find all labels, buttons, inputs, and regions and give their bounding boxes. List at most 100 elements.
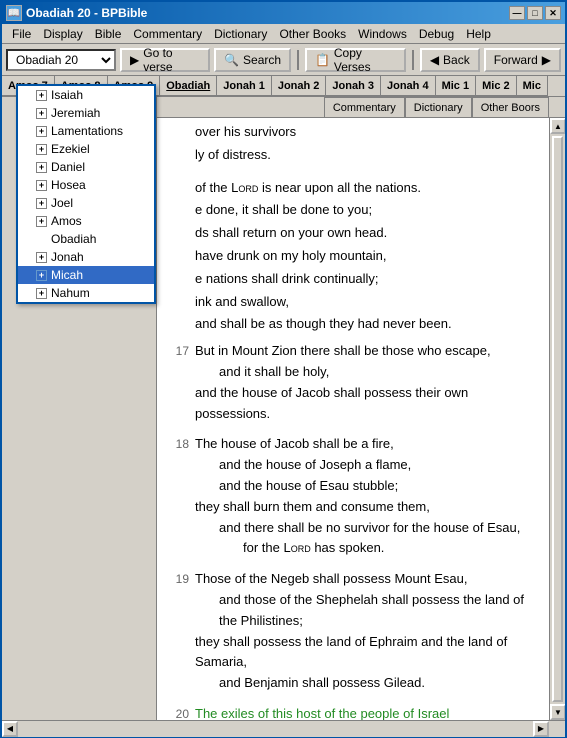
verse-row: of the Lord is near upon all the nations…	[165, 178, 541, 199]
tab-mic1[interactable]: Mic 1	[436, 76, 477, 96]
h-scroll-track	[18, 721, 533, 737]
expand-icon[interactable]: +	[36, 180, 47, 191]
sidebar-item-micah[interactable]: + Micah	[18, 266, 154, 284]
expand-icon[interactable]: +	[36, 126, 47, 137]
verse-num	[165, 314, 195, 335]
spacer	[165, 561, 541, 569]
book-select-container: Obadiah 20	[6, 49, 116, 71]
tab-mic2[interactable]: Mic 2	[476, 76, 517, 96]
scroll-right-button[interactable]: ▶	[533, 721, 549, 737]
close-button[interactable]: ✕	[545, 6, 561, 20]
sidebar-item-daniel[interactable]: + Daniel	[18, 158, 154, 176]
sidebar-item-jeremiah[interactable]: + Jeremiah	[18, 104, 154, 122]
expand-icon[interactable]: +	[36, 252, 47, 263]
book-label: Micah	[51, 268, 83, 282]
toolbar-separator-1	[297, 50, 299, 70]
sidebar-item-ezekiel[interactable]: + Ezekiel	[18, 140, 154, 158]
menu-display[interactable]: Display	[37, 25, 88, 43]
book-label: Lamentations	[51, 124, 123, 138]
scroll-left-button[interactable]: ◀	[2, 721, 18, 737]
book-label: Obadiah	[51, 232, 96, 246]
verse-row: ds shall return on your own head.	[165, 223, 541, 244]
verse-text: e done, it shall be done to you;	[195, 200, 541, 221]
book-label: Joel	[51, 196, 73, 210]
scrollbar: ▲ ▼	[549, 118, 565, 720]
book-select[interactable]: Obadiah 20	[6, 49, 116, 71]
status-bar: ◀ ▶	[2, 720, 565, 736]
tab-mic[interactable]: Mic	[517, 76, 548, 96]
search-button[interactable]: 🔍 Search	[214, 48, 291, 72]
verse-num	[165, 200, 195, 221]
tab-jonah2[interactable]: Jonah 2	[272, 76, 327, 96]
sidebar-item-lamentations[interactable]: + Lamentations	[18, 122, 154, 140]
menu-other-books[interactable]: Other Books	[273, 25, 352, 43]
tab-jonah4[interactable]: Jonah 4	[381, 76, 436, 96]
verse-row: ly of distress.	[165, 145, 541, 166]
bible-content[interactable]: over his survivors ly of distress. of th…	[157, 118, 549, 720]
menu-debug[interactable]: Debug	[413, 25, 460, 43]
verse-num	[165, 269, 195, 290]
verse-num	[165, 246, 195, 267]
verse-num	[165, 178, 195, 199]
sidebar-item-jonah[interactable]: + Jonah	[18, 248, 154, 266]
verse-text: But in Mount Zion there shall be those w…	[195, 341, 541, 424]
sidebar-item-amos[interactable]: + Amos	[18, 212, 154, 230]
minimize-button[interactable]: —	[509, 6, 525, 20]
scroll-down-button[interactable]: ▼	[550, 704, 565, 720]
expand-icon[interactable]: +	[36, 97, 47, 101]
toolbar: Obadiah 20 ▶ Go to verse 🔍 Search 📋 Copy…	[2, 44, 565, 76]
book-label: Ezekiel	[51, 142, 90, 156]
side-tabs: Commentary Dictionary Other Boors	[157, 97, 565, 118]
sidebar-item-hosea[interactable]: + Hosea	[18, 176, 154, 194]
title-bar-left: 📖 Obadiah 20 - BPBible	[6, 5, 147, 21]
expand-icon[interactable]: +	[36, 216, 47, 227]
expand-icon[interactable]: +	[36, 108, 47, 119]
book-label: Hosea	[51, 178, 86, 192]
tab-commentary[interactable]: Commentary	[324, 97, 405, 117]
verse-num: 20	[165, 704, 195, 720]
sidebar-item-nahum[interactable]: + Nahum	[18, 284, 154, 302]
verse-row: have drunk on my holy mountain,	[165, 246, 541, 267]
verse-text: e nations shall drink continually;	[195, 269, 541, 290]
expand-icon[interactable]: +	[36, 288, 47, 299]
menu-bible[interactable]: Bible	[89, 25, 128, 43]
tab-other-books[interactable]: Other Boors	[472, 97, 549, 117]
corner	[549, 721, 565, 737]
sidebar: + Isaiah + Jeremiah + Lamentations + Eze…	[2, 97, 157, 720]
menu-dictionary[interactable]: Dictionary	[208, 25, 273, 43]
sidebar-item-obadiah[interactable]: Obadiah	[18, 230, 154, 248]
expand-icon[interactable]: +	[36, 270, 47, 281]
copy-verses-button[interactable]: 📋 Copy Verses	[305, 48, 406, 72]
expand-icon[interactable]: +	[36, 162, 47, 173]
back-button[interactable]: ◀ Back	[420, 48, 480, 72]
tab-jonah1[interactable]: Jonah 1	[217, 76, 272, 96]
book-label: Isaiah	[51, 97, 83, 102]
verse-text: Those of the Negeb shall possess Mount E…	[195, 569, 541, 694]
expand-icon[interactable]: +	[36, 198, 47, 209]
go-to-verse-button[interactable]: ▶ Go to verse	[120, 48, 210, 72]
tab-spacer	[157, 97, 324, 117]
verse-row-19: 19 Those of the Negeb shall possess Moun…	[165, 569, 541, 694]
tab-jonah3[interactable]: Jonah 3	[326, 76, 381, 96]
verse-num	[165, 122, 195, 143]
menu-file[interactable]: File	[6, 25, 37, 43]
menu-help[interactable]: Help	[460, 25, 497, 43]
forward-button[interactable]: Forward ▶	[484, 48, 561, 72]
sidebar-item-joel[interactable]: + Joel	[18, 194, 154, 212]
scroll-up-button[interactable]: ▲	[550, 118, 565, 134]
menu-commentary[interactable]: Commentary	[127, 25, 208, 43]
verse-row-18: 18 The house of Jacob shall be a fire, a…	[165, 434, 541, 559]
book-label: Jonah	[51, 250, 84, 264]
tab-obadiah[interactable]: Obadiah	[160, 76, 217, 96]
title-controls: — □ ✕	[509, 6, 561, 20]
book-dropdown: + Isaiah + Jeremiah + Lamentations + Eze…	[16, 97, 156, 304]
tab-dictionary[interactable]: Dictionary	[405, 97, 472, 117]
menu-windows[interactable]: Windows	[352, 25, 413, 43]
book-label: Jeremiah	[51, 106, 100, 120]
sidebar-item-isaiah[interactable]: + Isaiah	[18, 97, 154, 104]
verse-text: The house of Jacob shall be a fire, and …	[195, 434, 541, 559]
maximize-button[interactable]: □	[527, 6, 543, 20]
verse-text: ds shall return on your own head.	[195, 223, 541, 244]
expand-icon[interactable]: +	[36, 144, 47, 155]
scroll-thumb[interactable]	[552, 136, 563, 702]
